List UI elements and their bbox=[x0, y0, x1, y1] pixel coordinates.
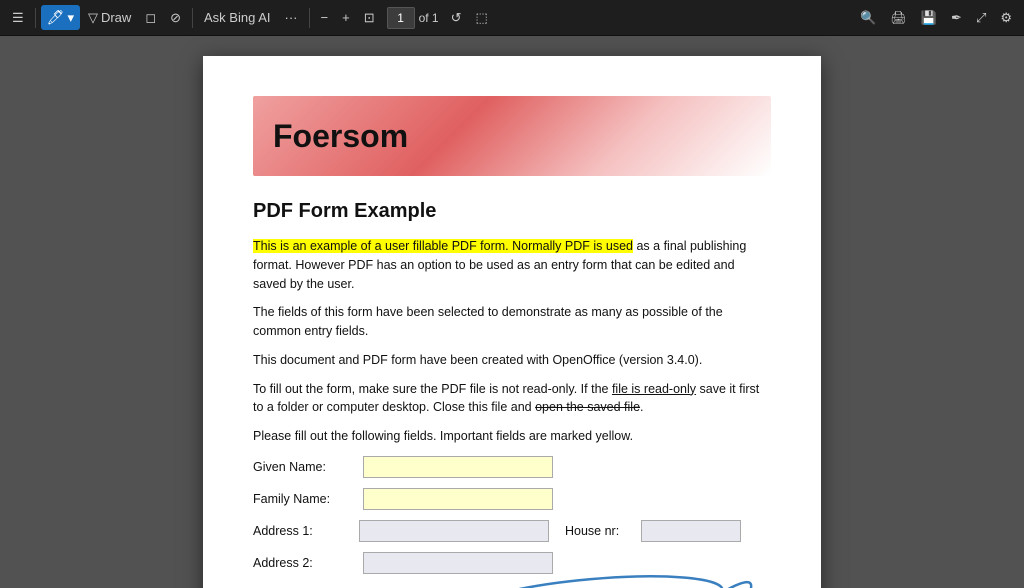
address1-label: Address 1: bbox=[253, 524, 353, 538]
family-name-label: Family Name: bbox=[253, 492, 353, 506]
given-name-row: Given Name: bbox=[253, 456, 771, 478]
draw-icon: ▽ bbox=[88, 10, 98, 26]
erase-button[interactable]: ◻ bbox=[139, 6, 162, 30]
stamp-icon: ⊘ bbox=[170, 10, 181, 26]
zoom-fit-button[interactable]: ⊡ bbox=[358, 6, 381, 30]
menu-button[interactable]: ☰ bbox=[6, 6, 30, 30]
minus-icon: − bbox=[321, 10, 329, 25]
share-icon: ⬚ bbox=[476, 10, 488, 26]
settings-button[interactable]: ⚙ bbox=[994, 6, 1018, 30]
stamp-button[interactable]: ⊘ bbox=[164, 6, 187, 30]
address1-group: Address 1: bbox=[253, 520, 549, 542]
plus-icon: + bbox=[342, 10, 350, 25]
more-button[interactable]: ··· bbox=[279, 6, 304, 29]
address2-row: Address 2: bbox=[253, 552, 771, 574]
ask-bing-button[interactable]: Ask Bing AI bbox=[198, 6, 276, 29]
draw-button[interactable]: ▽ Draw bbox=[82, 6, 137, 30]
page-nav: of 1 bbox=[387, 7, 439, 29]
address2-label: Address 2: bbox=[253, 556, 353, 570]
save-button[interactable]: 💾 bbox=[915, 6, 943, 30]
address1-row: Address 1: House nr: bbox=[253, 520, 771, 542]
annotate-icon: 🖊 bbox=[47, 9, 65, 26]
family-name-input[interactable] bbox=[363, 488, 553, 510]
search-icon: 🔍 bbox=[860, 10, 876, 26]
rotate-icon: ↺ bbox=[451, 10, 462, 26]
more-icon: ··· bbox=[285, 10, 298, 25]
house-nr-label: House nr: bbox=[565, 524, 635, 538]
share-button[interactable]: ⬚ bbox=[470, 6, 494, 30]
pdf-para-4: To fill out the form, make sure the PDF … bbox=[253, 380, 771, 418]
zoom-out-button[interactable]: − bbox=[315, 6, 335, 29]
fit-icon: ⊡ bbox=[364, 10, 375, 26]
para5-after: Important fields are marked yellow. bbox=[436, 429, 633, 443]
highlighted-text: This is an example of a user fillable PD… bbox=[253, 239, 633, 253]
rotate-button[interactable]: ↺ bbox=[445, 6, 468, 30]
toolbar: ☰ 🖊 ▾ ▽ Draw ◻ ⊘ Ask Bing AI ··· − + ⊡ o… bbox=[0, 0, 1024, 36]
bing-label: Ask Bing AI bbox=[204, 10, 270, 25]
separator-2 bbox=[192, 8, 193, 28]
print-button[interactable]: 🖨 bbox=[884, 6, 913, 30]
para5-before: Please fill out the following fields. bbox=[253, 429, 436, 443]
fullscreen-icon: ⤢ bbox=[976, 10, 986, 26]
pdf-section-title: PDF Form Example bbox=[253, 200, 771, 223]
main-content: Foersom PDF Form Example This is an exam… bbox=[0, 36, 1024, 588]
draw-label: Draw bbox=[101, 10, 131, 25]
pdf-para-1: This is an example of a user fillable PD… bbox=[253, 237, 771, 293]
given-name-label: Given Name: bbox=[253, 460, 353, 474]
save-icon: 💾 bbox=[921, 10, 937, 26]
pdf-para-2: The fields of this form have been select… bbox=[253, 303, 771, 341]
fullscreen-button[interactable]: ⤢ bbox=[970, 6, 992, 30]
pdf-para-3: This document and PDF form have been cre… bbox=[253, 351, 771, 370]
annotate-chevron: ▾ bbox=[67, 10, 74, 26]
search-button[interactable]: 🔍 bbox=[854, 6, 882, 30]
strikethrough-text: open the saved file bbox=[535, 400, 640, 414]
pdf-page: Foersom PDF Form Example This is an exam… bbox=[203, 56, 821, 588]
zoom-in-button[interactable]: + bbox=[336, 6, 356, 29]
pdf-viewer[interactable]: Foersom PDF Form Example This is an exam… bbox=[0, 36, 1024, 588]
address1-input[interactable] bbox=[359, 520, 549, 542]
family-name-row: Family Name: bbox=[253, 488, 771, 510]
given-name-input[interactable] bbox=[363, 456, 553, 478]
sign-button[interactable]: ✒ bbox=[945, 6, 968, 30]
pdf-header-banner: Foersom bbox=[253, 96, 771, 176]
erase-icon: ◻ bbox=[145, 10, 156, 26]
print-icon: 🖨 bbox=[890, 10, 907, 26]
sign-icon: ✒ bbox=[951, 10, 962, 26]
pdf-header-title: Foersom bbox=[273, 118, 408, 155]
separator-1 bbox=[35, 8, 36, 28]
pdf-para-5: Please fill out the following fields. Im… bbox=[253, 427, 771, 446]
page-of-label: of 1 bbox=[419, 11, 439, 25]
underline-text-1: file is read-only bbox=[612, 382, 696, 396]
house-nr-input[interactable] bbox=[641, 520, 741, 542]
address2-input[interactable] bbox=[363, 552, 553, 574]
separator-3 bbox=[309, 8, 310, 28]
settings-icon: ⚙ bbox=[1000, 10, 1012, 26]
annotate-button[interactable]: 🖊 ▾ bbox=[41, 5, 80, 30]
hamburger-icon: ☰ bbox=[12, 10, 24, 26]
house-nr-group: House nr: bbox=[565, 520, 741, 542]
page-number-input[interactable] bbox=[387, 7, 415, 29]
